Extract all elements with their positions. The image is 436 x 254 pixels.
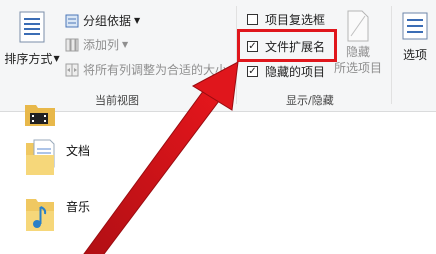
item-checkboxes-checkbox[interactable]: [247, 13, 258, 25]
item-checkboxes-toggle[interactable]: 项目复选框: [247, 12, 326, 27]
chevron-down-icon: ▼: [134, 16, 141, 25]
divider: [391, 6, 392, 104]
hidden-items-checkbox[interactable]: ✓: [247, 65, 258, 77]
add-columns-button[interactable]: 添加列 ▼: [65, 36, 128, 53]
music-folder-icon: [24, 193, 58, 233]
hide-label: 隐藏: [345, 45, 370, 59]
ribbon: 排序方式 ▼ 分组依据 ▼ 添加列 ▼ 将所有列调整为合适的大小 当前视图 项目…: [0, 0, 436, 112]
sort-by-label: 排序方式: [4, 52, 53, 66]
options-icon: [402, 12, 428, 40]
show-hide-group-label: 显示/隐藏: [286, 94, 334, 107]
item-checkboxes-label: 项目复选框: [265, 12, 326, 27]
chevron-down-icon: ▼: [53, 54, 60, 63]
list-item[interactable]: 音乐: [24, 193, 90, 233]
fit-columns-button[interactable]: 将所有列调整为合适的大小: [65, 61, 227, 78]
group-by-label: 分组依据: [83, 14, 132, 28]
hide-selected-icon: [345, 10, 371, 42]
fit-columns-label: 将所有列调整为合适的大小: [83, 63, 228, 77]
highlight-box: [237, 29, 337, 62]
list-item[interactable]: [24, 101, 64, 127]
file-name: 文档: [66, 143, 91, 158]
hidden-items-toggle[interactable]: ✓ 隐藏的项目: [247, 64, 326, 79]
group-icon: [65, 14, 79, 28]
hide-selected-button[interactable]: 隐藏 所选项目: [333, 10, 383, 76]
hide-selected-label: 所选项目: [333, 61, 382, 75]
options-button[interactable]: 选项: [396, 12, 434, 63]
documents-folder-icon: [24, 137, 58, 177]
hidden-items-label: 隐藏的项目: [265, 64, 326, 79]
video-folder-icon: [24, 101, 56, 127]
current-view-group-label: 当前视图: [95, 94, 139, 107]
file-name: 音乐: [66, 199, 91, 214]
options-label: 选项: [402, 48, 427, 62]
list-item[interactable]: 文档: [24, 137, 90, 177]
group-by-button[interactable]: 分组依据 ▼: [65, 12, 140, 29]
fit-columns-icon: [65, 63, 79, 77]
add-columns-icon: [65, 38, 79, 52]
chevron-down-icon: ▼: [122, 40, 129, 49]
sort-by-button[interactable]: 排序方式 ▼: [4, 10, 60, 67]
sort-icon: [18, 10, 46, 44]
add-columns-label: 添加列: [83, 38, 120, 52]
